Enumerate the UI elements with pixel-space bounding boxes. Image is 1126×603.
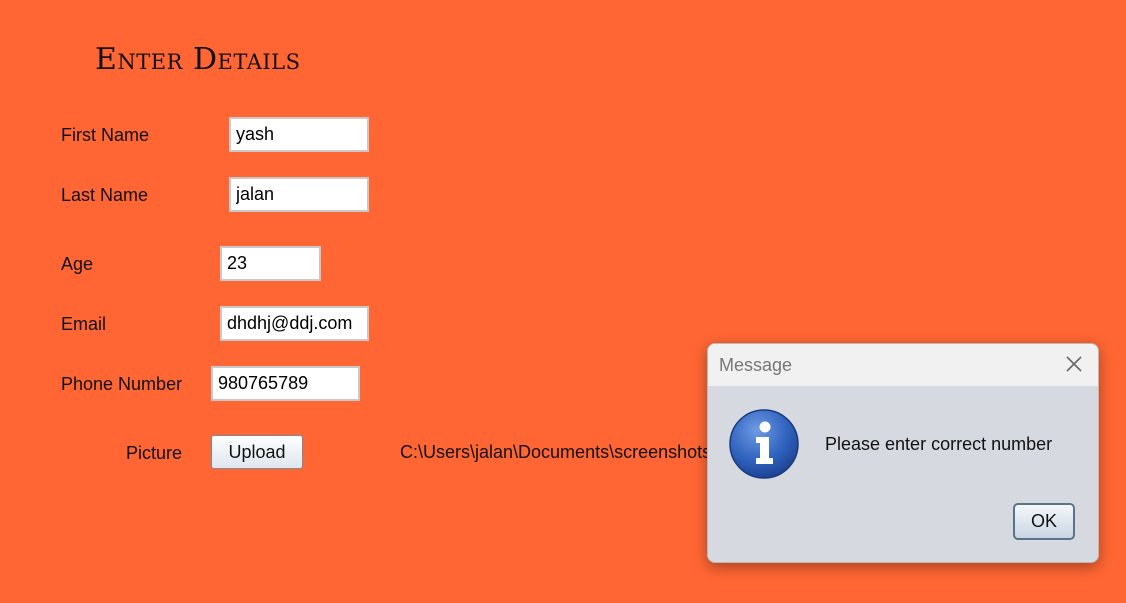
age-field[interactable]	[220, 246, 321, 281]
page-title: Enter Details	[95, 42, 301, 77]
phone-number-label: Phone Number	[61, 374, 183, 394]
dialog-titlebar[interactable]: Message	[708, 344, 1098, 386]
email-label: Email	[61, 314, 107, 334]
close-icon[interactable]	[1064, 354, 1084, 374]
dialog-message: Please enter correct number	[825, 434, 1053, 454]
first-name-label: First Name	[61, 125, 150, 145]
last-name-label: Last Name	[61, 185, 149, 205]
upload-button[interactable]: Upload	[211, 435, 303, 469]
picture-label: Picture	[126, 443, 183, 463]
message-dialog: Message Please enter correct number OK	[707, 343, 1099, 563]
phone-number-field[interactable]	[211, 366, 360, 401]
dialog-title: Message	[719, 355, 793, 375]
age-label: Age	[61, 254, 94, 274]
ok-button[interactable]: OK	[1013, 503, 1075, 540]
picture-path: C:\Users\jalan\Documents\screenshots	[400, 442, 712, 462]
first-name-field[interactable]	[229, 117, 369, 152]
last-name-field[interactable]	[229, 177, 369, 212]
email-field[interactable]	[220, 306, 369, 341]
info-icon	[729, 409, 799, 479]
